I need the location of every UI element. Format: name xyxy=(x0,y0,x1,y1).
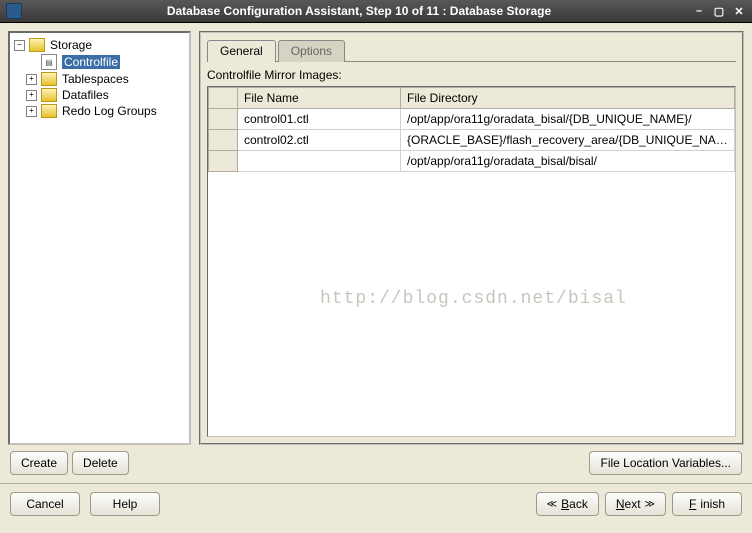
tab-general[interactable]: General xyxy=(207,40,276,62)
section-label: Controlfile Mirror Images: xyxy=(207,68,736,82)
folder-icon xyxy=(41,72,57,86)
tree-label: Tablespaces xyxy=(62,72,129,86)
folder-icon xyxy=(29,38,45,52)
expand-icon[interactable]: + xyxy=(26,90,37,101)
expand-icon[interactable]: + xyxy=(26,106,37,117)
controlfile-table[interactable]: File Name File Directory control01.ctl /… xyxy=(207,86,736,437)
tree-node-root[interactable]: – Storage xyxy=(12,37,187,53)
tree-node-controlfile[interactable]: ▤ Controlfile xyxy=(12,53,187,71)
folder-icon xyxy=(41,104,57,118)
tree-label: Datafiles xyxy=(62,88,109,102)
tree-node-datafiles[interactable]: + Datafiles xyxy=(12,87,187,103)
details-panel: General Options Controlfile Mirror Image… xyxy=(199,31,744,445)
help-button[interactable]: Help xyxy=(90,492,160,516)
cell-filedir[interactable]: /opt/app/ora11g/oradata_bisal/bisal/ xyxy=(401,151,735,172)
back-button[interactable]: ≪Back xyxy=(536,492,599,516)
create-button[interactable]: Create xyxy=(10,451,68,475)
finish-button[interactable]: Finish xyxy=(672,492,742,516)
app-icon xyxy=(6,3,22,19)
tree-label: Storage xyxy=(50,38,92,52)
next-button[interactable]: Next≫ xyxy=(605,492,666,516)
storage-tree[interactable]: – Storage ▤ Controlfile + Tablespaces + … xyxy=(8,31,191,445)
table-row[interactable]: control01.ctl /opt/app/ora11g/oradata_bi… xyxy=(209,109,735,130)
window-title: Database Configuration Assistant, Step 1… xyxy=(28,4,690,18)
cell-filename[interactable]: control02.ctl xyxy=(238,130,401,151)
file-location-variables-button[interactable]: File Location Variables... xyxy=(589,451,742,475)
cell-filedir[interactable]: /opt/app/ora11g/oradata_bisal/{DB_UNIQUE… xyxy=(401,109,735,130)
tree-node-redolog[interactable]: + Redo Log Groups xyxy=(12,103,187,119)
col-filename[interactable]: File Name xyxy=(238,88,401,109)
delete-button[interactable]: Delete xyxy=(72,451,129,475)
table-header: File Name File Directory xyxy=(209,88,735,109)
table-row[interactable]: /opt/app/ora11g/oradata_bisal/bisal/ xyxy=(209,151,735,172)
tree-label: Controlfile xyxy=(62,55,120,69)
chevron-right-icon: ≫ xyxy=(645,499,655,510)
cell-filename[interactable]: control01.ctl xyxy=(238,109,401,130)
tree-label: Redo Log Groups xyxy=(62,104,157,118)
title-bar: Database Configuration Assistant, Step 1… xyxy=(0,0,752,23)
tree-node-tablespaces[interactable]: + Tablespaces xyxy=(12,71,187,87)
chevron-left-icon: ≪ xyxy=(547,499,557,510)
cell-filename[interactable] xyxy=(238,151,401,172)
expand-icon[interactable]: + xyxy=(26,74,37,85)
tab-options[interactable]: Options xyxy=(278,40,345,62)
folder-icon xyxy=(41,88,57,102)
page-icon: ▤ xyxy=(41,54,57,70)
collapse-icon[interactable]: – xyxy=(14,40,25,51)
cancel-button[interactable]: Cancel xyxy=(10,492,80,516)
minimize-button[interactable]: – xyxy=(690,4,708,18)
col-filedirectory[interactable]: File Directory xyxy=(401,88,735,109)
cell-filedir[interactable]: {ORACLE_BASE}/flash_recovery_area/{DB_UN… xyxy=(401,130,735,151)
table-row[interactable]: control02.ctl {ORACLE_BASE}/flash_recove… xyxy=(209,130,735,151)
close-button[interactable]: ✕ xyxy=(730,4,748,18)
maximize-button[interactable]: ▢ xyxy=(710,4,728,18)
